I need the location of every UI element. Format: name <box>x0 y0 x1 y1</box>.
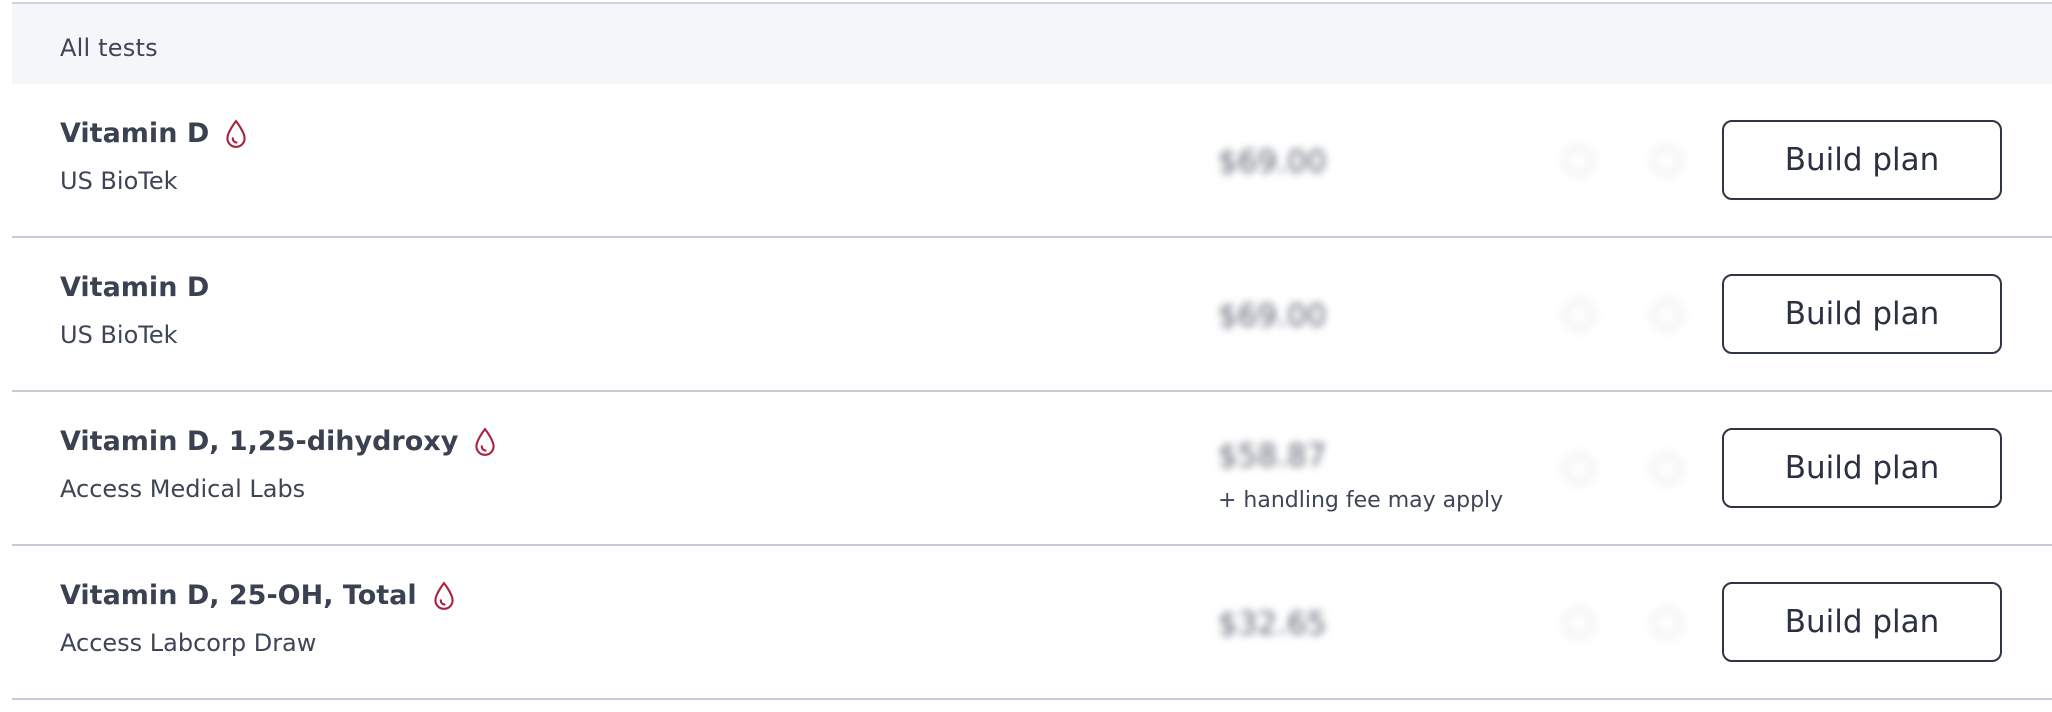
lab-name: US BioTek <box>60 321 178 349</box>
price: $58.87 <box>1218 438 1327 474</box>
blood-drop-icon <box>475 426 495 456</box>
test-name: Vitamin D, 25-OH, Total <box>60 580 457 611</box>
test-name: Vitamin D <box>60 118 249 149</box>
price: $32.65 <box>1218 606 1327 642</box>
test-name: Vitamin D <box>60 272 209 303</box>
table-row: Vitamin D US BioTek $69.00 Build plan <box>12 238 2052 392</box>
build-plan-button[interactable]: Build plan <box>1722 428 2002 508</box>
table-row: Vitamin D, 1,25-dihydroxy Access Medical… <box>12 392 2052 546</box>
table-header: All tests <box>12 2 2052 84</box>
blurred-info-icon <box>1652 146 1682 176</box>
blurred-action-icon <box>1564 608 1594 638</box>
blurred-action-icon <box>1564 300 1594 330</box>
blurred-info-icon <box>1652 454 1682 484</box>
lab-name: Access Labcorp Draw <box>60 629 317 657</box>
test-name: Vitamin D, 1,25-dihydroxy <box>60 426 498 457</box>
blurred-action-icon <box>1564 146 1594 176</box>
handling-fee-note: + handling fee may apply <box>1218 488 1504 513</box>
test-name-text: Vitamin D <box>60 272 210 303</box>
table-row: Vitamin D US BioTek $69.00 Build plan <box>12 84 2052 238</box>
blood-drop-icon <box>433 580 454 610</box>
header-label: All tests <box>60 34 158 62</box>
blurred-info-icon <box>1652 608 1682 638</box>
price: $69.00 <box>1218 144 1327 180</box>
build-plan-button[interactable]: Build plan <box>1722 274 2002 354</box>
table-row: Vitamin D, 25-OH, Total Access Labcorp D… <box>12 546 2052 700</box>
build-plan-button[interactable]: Build plan <box>1722 120 2002 200</box>
blurred-info-icon <box>1652 300 1682 330</box>
test-name-text: Vitamin D, 1,25-dihydroxy <box>60 426 459 457</box>
test-name-text: Vitamin D <box>60 118 210 149</box>
lab-name: Access Medical Labs <box>60 475 306 503</box>
price: $69.00 <box>1218 298 1327 334</box>
test-name-text: Vitamin D, 25-OH, Total <box>60 580 417 611</box>
build-plan-button[interactable]: Build plan <box>1722 582 2002 662</box>
lab-name: US BioTek <box>60 167 178 195</box>
tests-table: All tests Vitamin D US BioTek $69.00 Bui… <box>12 0 2052 712</box>
blood-drop-icon <box>226 118 246 148</box>
blurred-action-icon <box>1564 454 1594 484</box>
